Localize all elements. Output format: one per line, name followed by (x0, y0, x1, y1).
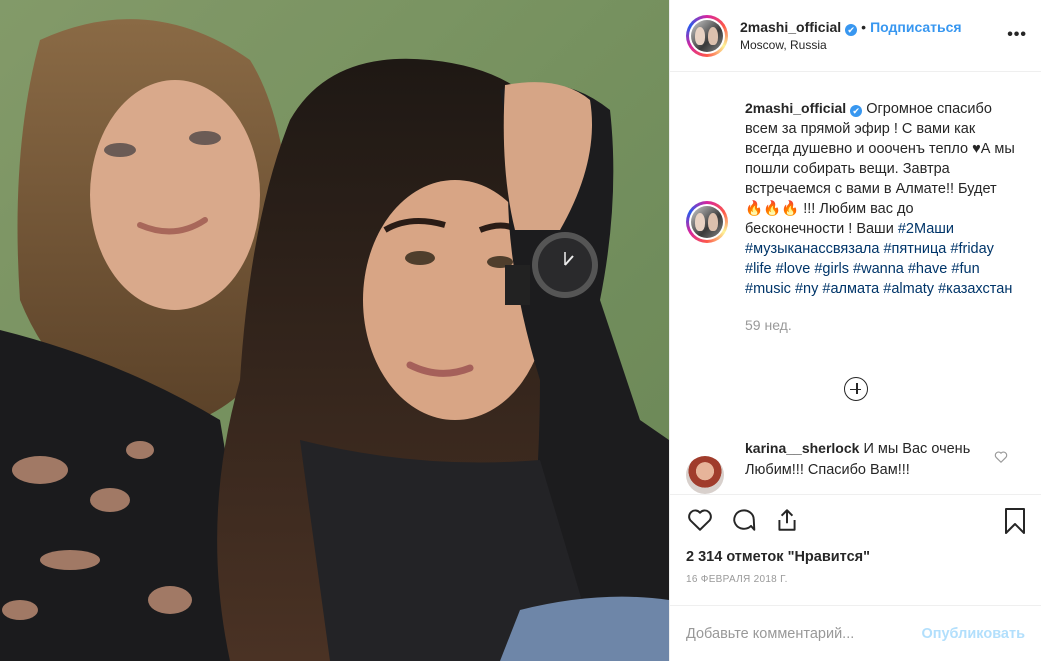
hashtag[interactable]: #friday (950, 241, 994, 257)
commenter-avatar[interactable] (686, 456, 724, 494)
post-photo[interactable] (0, 0, 669, 661)
comment-text: karina__sherlock И мы Вас очень Любим!!!… (745, 438, 985, 481)
verified-icon: ✔ (850, 105, 863, 117)
post-header: 2mashi_official ✔ • Подписаться Moscow, Rus… (670, 0, 1041, 72)
hashtag[interactable]: #музыканассвязала (745, 241, 879, 257)
hashtag[interactable]: #wanna (853, 261, 904, 277)
post-date[interactable]: 16 ФЕВРАЛЯ 2018 Г. (670, 569, 1041, 605)
caption: 2mashi_official ✔ Огромное спасибо всем з… (686, 98, 1026, 333)
separator-dot: • (861, 18, 867, 35)
caption-time[interactable]: 59 нед. (745, 317, 1026, 333)
hashtag[interactable]: #life (745, 261, 772, 277)
hashtag[interactable]: #алмата (822, 281, 879, 297)
hashtag[interactable]: #fun (951, 261, 979, 277)
caption-text: 2mashi_official ✔ Огромное спасибо всем з… (745, 98, 1015, 299)
hashtag[interactable]: #almaty (883, 281, 934, 297)
hashtag[interactable]: #music (745, 281, 791, 297)
photo-illustration (0, 0, 669, 661)
hashtag[interactable]: #2Маши (898, 221, 954, 237)
author-username[interactable]: 2mashi_official (740, 19, 841, 35)
bookmark-icon[interactable] (1003, 507, 1027, 535)
hashtag[interactable]: #пятница (883, 241, 946, 257)
hashtag[interactable]: #ny (795, 281, 818, 297)
load-more-comments-icon[interactable] (844, 377, 868, 401)
hashtag[interactable]: #have (908, 261, 948, 277)
action-bar (670, 494, 1041, 545)
comment-input[interactable]: Добавьте комментарий... (686, 626, 854, 642)
post-sidebar: 2mashi_official ✔ • Подписаться Moscow, Rus… (669, 0, 1041, 661)
location-link[interactable]: Moscow, Russia (740, 36, 962, 54)
caption-avatar[interactable] (686, 201, 728, 243)
author-avatar[interactable] (686, 14, 728, 57)
likes-count[interactable]: 2 314 отметок "Нравится" (670, 545, 1041, 569)
hashtag[interactable]: #казахстан (938, 281, 1012, 297)
publish-button[interactable]: Опубликовать (921, 626, 1025, 642)
caption-username[interactable]: 2mashi_official (745, 100, 846, 116)
like-heart-icon[interactable] (686, 507, 714, 533)
add-comment-bar: Добавьте комментарий... Опубликовать (670, 605, 1041, 661)
commenter-username[interactable]: karina__sherlock (745, 440, 859, 456)
caption-body: Огромное спасибо всем за прямой эфир ! С… (745, 101, 1015, 237)
verified-icon: ✔ (845, 23, 858, 36)
comments-area: 2mashi_official ✔ Огромное спасибо всем з… (670, 72, 1041, 494)
comment-item: karina__sherlock И мы Вас очень Любим!!!… (686, 438, 1026, 494)
header-text: 2mashi_official ✔ • Подписаться Moscow, Rus… (740, 18, 962, 54)
post-dialog: 2mashi_official ✔ • Подписаться Moscow, Rus… (0, 0, 1041, 661)
follow-button[interactable]: Подписаться (870, 19, 962, 35)
share-icon[interactable] (774, 507, 800, 533)
more-options-icon[interactable]: ••• (1007, 26, 1027, 44)
comment-bubble-icon[interactable] (730, 507, 758, 533)
comment-like-icon[interactable] (994, 450, 1008, 464)
hashtag[interactable]: #girls (814, 261, 849, 277)
hashtag[interactable]: #love (776, 261, 811, 277)
